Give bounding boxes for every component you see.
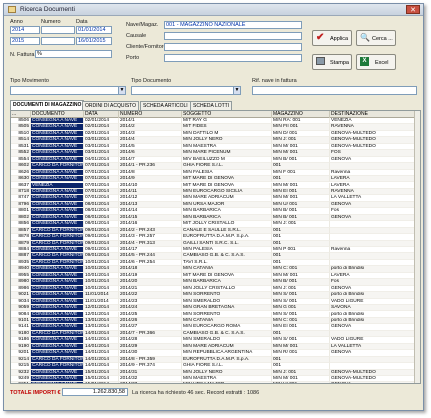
close-icon[interactable]: ✕ bbox=[406, 5, 420, 14]
column-header[interactable]: DESTINAZIONE bbox=[330, 111, 416, 118]
tab-scheda-lotti[interactable]: SCHEDA LOTTI bbox=[190, 101, 233, 110]
porto-field[interactable] bbox=[164, 54, 302, 62]
causale-label: Causale bbox=[126, 33, 147, 39]
table-cell: M/N URSA MAJOR bbox=[182, 382, 272, 383]
table-cell: 15/01/2014 bbox=[84, 382, 119, 383]
numero-from-field[interactable] bbox=[41, 26, 75, 34]
excel-label: Excel bbox=[375, 60, 389, 66]
column-header[interactable]: DATA bbox=[84, 111, 119, 118]
cerca-button[interactable]: 🔍 Cerca ... bbox=[356, 30, 396, 46]
anno-to-field[interactable]: 2015 bbox=[10, 37, 40, 45]
table-cell: 9251 bbox=[11, 382, 31, 383]
stampa-button[interactable]: Stampa bbox=[312, 54, 352, 70]
tab-scheda-articoli[interactable]: SCHEDA ARTICOLI bbox=[140, 101, 191, 110]
applica-label: Applica bbox=[330, 36, 349, 42]
column-header[interactable]: ... bbox=[11, 111, 31, 118]
documents-table[interactable]: ... DOCUMENTO DATA NUMERO SOGGETTO MAGAZZINO D… bbox=[10, 110, 421, 384]
table-cell: 2014/33 bbox=[119, 382, 182, 383]
tab-ordini-acquisto[interactable]: ORDINI DI ACQUISTO bbox=[82, 101, 140, 110]
status-text: La ricerca ha richiesto 46 sec. Record e… bbox=[132, 390, 260, 396]
column-header[interactable]: SOGGETTO bbox=[182, 111, 272, 118]
data-to-field[interactable]: 16/01/2015 bbox=[76, 37, 112, 45]
rif-nave-label: Rif. nave in fattura bbox=[252, 78, 297, 84]
nave-magaz-field[interactable]: 001 - MAGAZZINO NAZIONALE bbox=[164, 21, 302, 29]
tipo-documento-select[interactable]: ▼ bbox=[131, 86, 241, 95]
causale-field[interactable] bbox=[164, 32, 302, 40]
stampa-label: Stampa bbox=[330, 60, 349, 66]
column-header[interactable]: MAGAZZINO bbox=[272, 111, 330, 118]
porto-label: Porto bbox=[126, 55, 140, 61]
excel-button[interactable]: X Excel bbox=[356, 54, 396, 70]
chevron-down-icon: ▼ bbox=[118, 87, 125, 94]
data-label: Data bbox=[76, 19, 88, 25]
cerca-label: Cerca ... bbox=[372, 36, 393, 42]
table-cell: M/N U/ 001 bbox=[272, 382, 330, 383]
rif-nave-field[interactable] bbox=[252, 86, 417, 95]
nfattura-field[interactable]: % bbox=[35, 50, 112, 58]
tab-documenti-magazzino[interactable]: DOCUMENTI DI MAGAZZINO bbox=[10, 100, 85, 110]
table-cell: GENOVA bbox=[330, 382, 416, 383]
table-cell: CONSEGNA A NAVE bbox=[31, 382, 84, 383]
tipo-movimento-select[interactable]: ▼ bbox=[10, 86, 126, 95]
app-icon bbox=[8, 6, 16, 13]
cliente-fornitore-label: Cliente/Fornitore bbox=[126, 44, 167, 50]
window-title: Ricerca Documenti bbox=[20, 6, 75, 13]
column-header[interactable]: NUMERO bbox=[119, 111, 182, 118]
data-from-field[interactable]: 01/01/2014 bbox=[76, 26, 112, 34]
nfattura-label: N. Fattura bbox=[10, 52, 35, 58]
title-bar: Ricerca Documenti ✕ bbox=[4, 4, 423, 16]
anno-label: Anno bbox=[10, 19, 23, 25]
totale-label: TOTALE IMPORTI € bbox=[10, 390, 61, 396]
chevron-down-icon: ▼ bbox=[233, 87, 240, 94]
anno-from-field[interactable]: 2014 bbox=[10, 26, 40, 34]
search-icon: 🔍 bbox=[360, 33, 370, 42]
excel-icon: X bbox=[360, 57, 369, 66]
numero-label: Numero bbox=[41, 19, 61, 25]
vertical-scrollbar[interactable] bbox=[414, 111, 420, 383]
column-header[interactable]: DOCUMENTO bbox=[31, 111, 84, 118]
table-row[interactable]: 9251CONSEGNA A NAVE15/01/20142014/33M/N … bbox=[11, 382, 420, 383]
table-header: ... DOCUMENTO DATA NUMERO SOGGETTO MAGAZZINO D… bbox=[11, 111, 420, 118]
cliente-fornitore-field[interactable] bbox=[164, 43, 302, 51]
printer-icon bbox=[316, 57, 325, 65]
tipo-movimento-label: Tipo Movimento bbox=[10, 78, 49, 84]
check-icon: ✔ bbox=[316, 32, 325, 43]
documents-search-window: Ricerca Documenti ✕ Anno Numero Data 201… bbox=[3, 3, 424, 411]
totale-value: 1.262.830,58 bbox=[62, 388, 128, 396]
applica-button[interactable]: ✔ Applica bbox=[312, 30, 352, 46]
footer: TOTALE IMPORTI € 1.262.830,58 La ricerca… bbox=[10, 387, 421, 399]
numero-to-field[interactable] bbox=[41, 37, 75, 45]
nave-magaz-label: Nave/Magaz. bbox=[126, 22, 159, 28]
tipo-documento-label: Tipo Documento bbox=[131, 78, 172, 84]
